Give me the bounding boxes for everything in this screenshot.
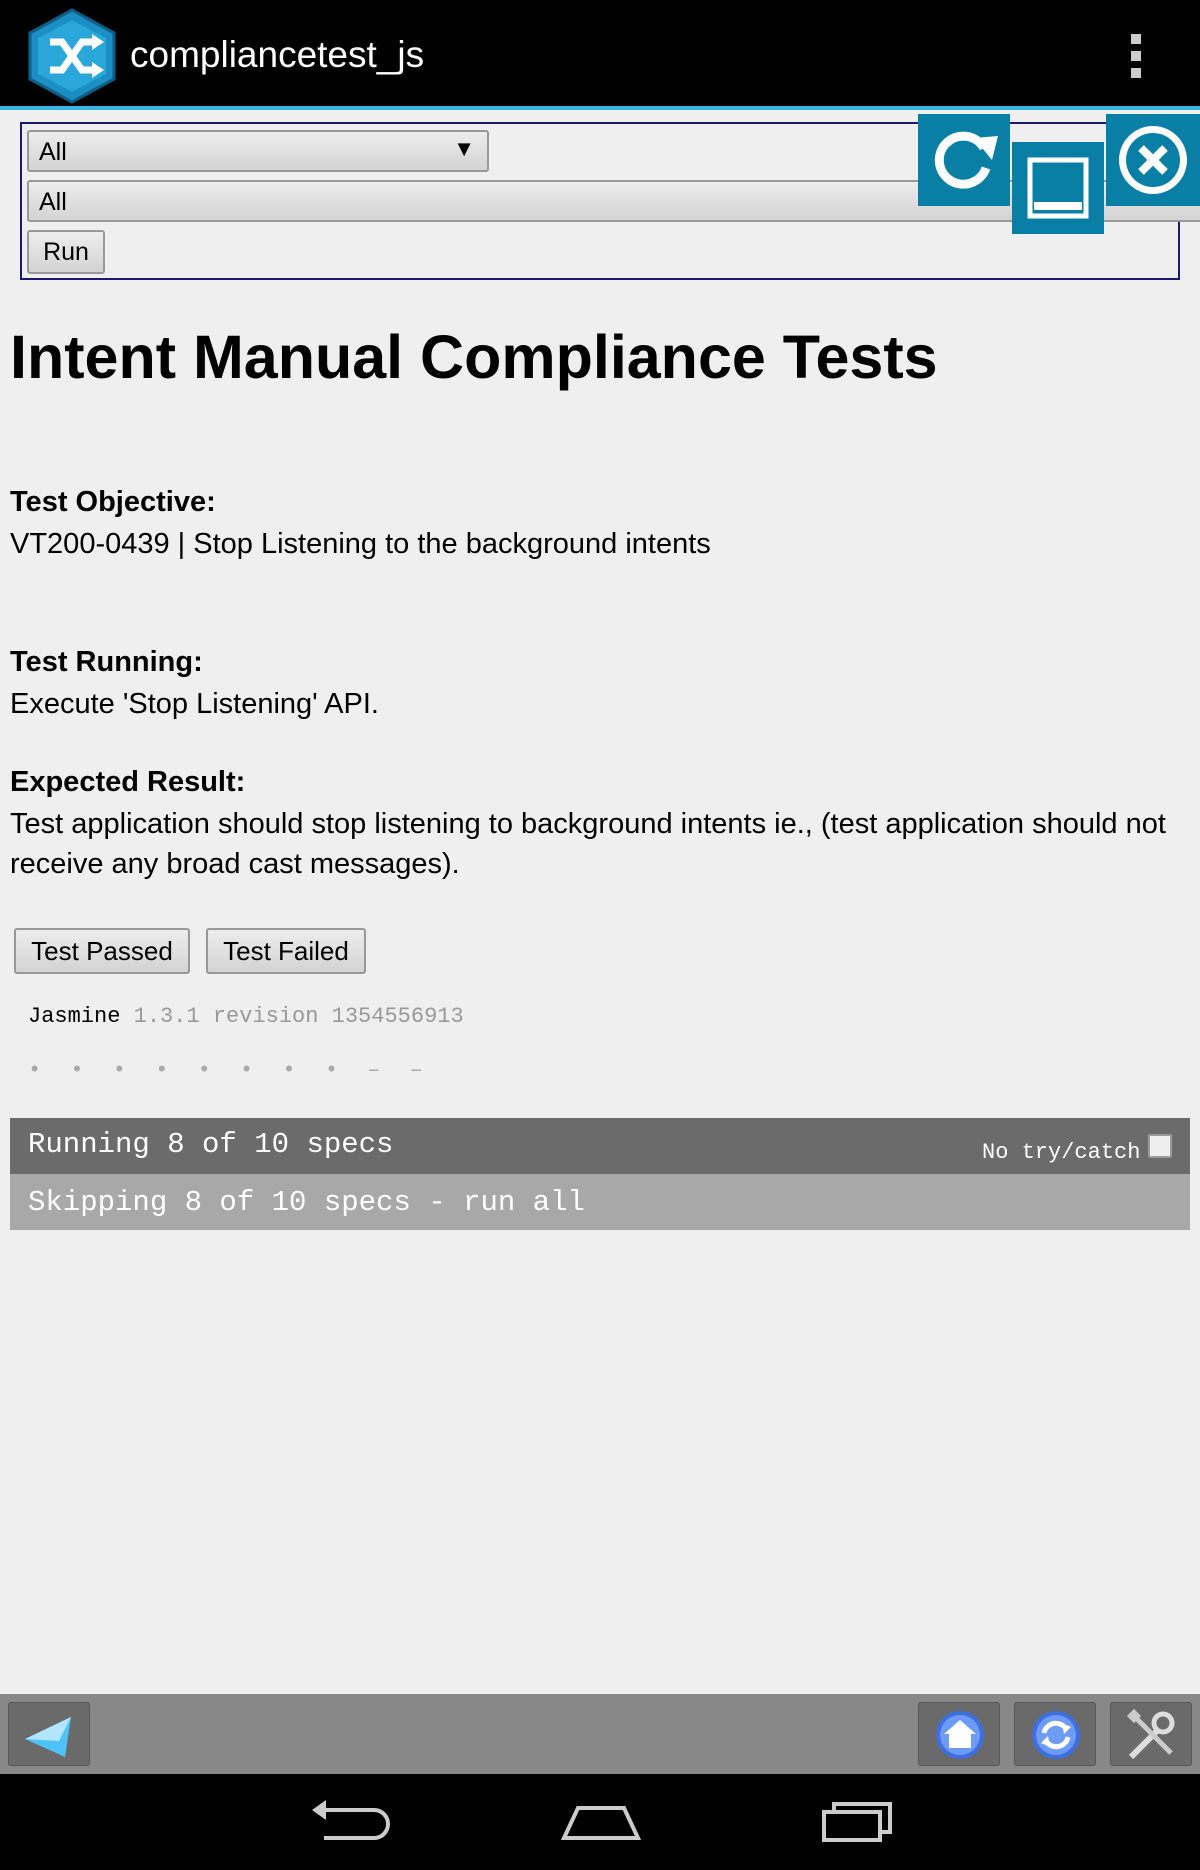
action-bar: compliancetest_js [0, 0, 1200, 110]
nav-back-icon[interactable] [300, 1796, 390, 1848]
skipping-bar[interactable]: Skipping 8 of 10 specs - run all [10, 1174, 1190, 1230]
close-button[interactable] [1106, 114, 1200, 206]
run-button[interactable]: Run [27, 230, 105, 274]
test-failed-button[interactable]: Test Failed [206, 928, 366, 974]
reload-icon [934, 131, 998, 189]
toolbar-back-button[interactable] [8, 1702, 90, 1766]
test-select-value: All [39, 188, 67, 216]
expected-label: Expected Result: [10, 766, 246, 798]
shuffle-logo-icon [28, 8, 116, 104]
objective-text: VT200-0439 | Stop Listening to the backg… [10, 528, 711, 560]
system-nav-bar [0, 1774, 1200, 1870]
skipping-specs-link[interactable]: Skipping 8 of 10 specs - run all [28, 1186, 585, 1219]
suite-select-value: All [39, 138, 67, 166]
overflow-menu-icon[interactable] [1124, 34, 1148, 80]
jasmine-version: 1.3.1 revision 1354556913 [133, 1004, 464, 1029]
wrench-settings-icon [1126, 1708, 1175, 1760]
home-icon [936, 1711, 984, 1759]
jasmine-banner: Jasmine 1.3.1 revision 1354556913 [28, 1004, 464, 1029]
page-title: Intent Manual Compliance Tests [10, 323, 938, 391]
no-try-catch-checkbox[interactable] [1148, 1134, 1172, 1158]
running-label: Test Running: [10, 646, 203, 678]
back-arrow-icon [25, 1717, 71, 1757]
running-specs-text: Running 8 of 10 specs [28, 1128, 394, 1161]
nav-recent-apps-icon[interactable] [812, 1796, 902, 1848]
dropdown-arrow-icon: ▼ [453, 136, 475, 161]
running-text: Execute 'Stop Listening' API. [10, 688, 379, 720]
suite-select[interactable]: All ▼ [27, 130, 489, 172]
objective-label: Test Objective: [10, 486, 216, 518]
nav-home-icon[interactable] [556, 1796, 646, 1848]
toolbar-settings-button[interactable] [1110, 1702, 1192, 1766]
jasmine-title: Jasmine [28, 1004, 121, 1029]
toolbar-refresh-button[interactable] [1014, 1702, 1096, 1766]
spec-status-dots: • • • • • • • • – – [28, 1058, 431, 1083]
refresh-icon [1032, 1711, 1080, 1759]
app-title: compliancetest_js [130, 34, 425, 75]
toolbar-home-button[interactable] [918, 1702, 1000, 1766]
expected-text: Test application should stop listening t… [10, 808, 1166, 880]
bottom-toolbar [0, 1694, 1200, 1774]
no-try-catch-label: No try/catch [982, 1140, 1141, 1165]
close-icon [1119, 126, 1187, 194]
test-passed-button[interactable]: Test Passed [14, 928, 190, 974]
running-bar: Running 8 of 10 specs No try/catch [10, 1118, 1190, 1174]
minimize-icon [1027, 157, 1089, 219]
minimize-button[interactable] [1012, 142, 1104, 234]
reload-button[interactable] [918, 114, 1010, 206]
